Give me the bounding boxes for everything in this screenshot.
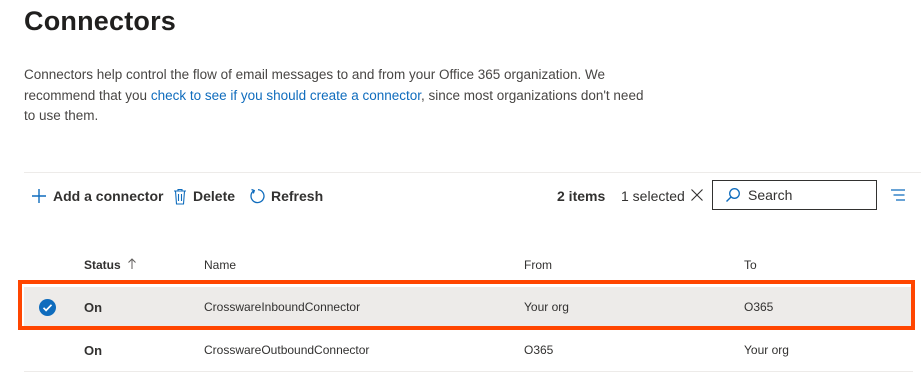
column-header-from[interactable]: From	[524, 258, 552, 272]
page-title: Connectors	[24, 6, 177, 36]
refresh-button[interactable]: Refresh	[249, 185, 323, 207]
row-status: On	[84, 300, 103, 315]
refresh-label: Refresh	[271, 188, 324, 204]
row-checkbox[interactable]	[39, 299, 56, 316]
page-description: Connectors help control the flow of emai…	[24, 65, 644, 127]
row-status: On	[84, 343, 103, 358]
status-header-label: Status	[84, 258, 121, 272]
toolbar-divider	[24, 172, 921, 173]
row-from: Your org	[524, 300, 569, 314]
table-row[interactable]: On CrosswareInboundConnector Your org O3…	[24, 287, 913, 328]
column-header-name[interactable]: Name	[204, 258, 236, 272]
row-to: Your org	[744, 343, 789, 357]
row-to: O365	[744, 300, 774, 314]
filter-icon[interactable]	[890, 188, 906, 202]
search-icon	[726, 188, 740, 202]
row-name: CrosswareOutboundConnector	[204, 343, 370, 357]
delete-button[interactable]: Delete	[173, 185, 235, 207]
column-header-status[interactable]: Status	[84, 258, 137, 272]
row-name: CrosswareInboundConnector	[204, 300, 361, 314]
delete-icon	[174, 188, 186, 205]
sort-ascending-icon	[128, 258, 136, 269]
add-connector-button[interactable]: Add a connector	[31, 185, 163, 207]
delete-label: Delete	[193, 188, 236, 204]
selected-count: 1 selected	[621, 188, 685, 204]
checkmark-icon	[42, 304, 53, 312]
column-header-to[interactable]: To	[744, 258, 757, 272]
search-input[interactable]	[748, 187, 868, 203]
table-row[interactable]: On CrosswareOutboundConnector O365 Your …	[24, 330, 913, 372]
item-count: 2 items	[557, 188, 606, 204]
close-icon[interactable]	[690, 188, 704, 202]
add-connector-label: Add a connector	[53, 188, 164, 204]
command-bar: Add a connector Delete Refresh 2 items 1…	[0, 176, 921, 218]
refresh-icon	[250, 188, 265, 204]
row-from: O365	[524, 343, 554, 357]
add-icon	[32, 189, 46, 203]
search-box[interactable]	[712, 180, 877, 210]
create-connector-help-link[interactable]: check to see if you should create a conn…	[151, 88, 421, 103]
